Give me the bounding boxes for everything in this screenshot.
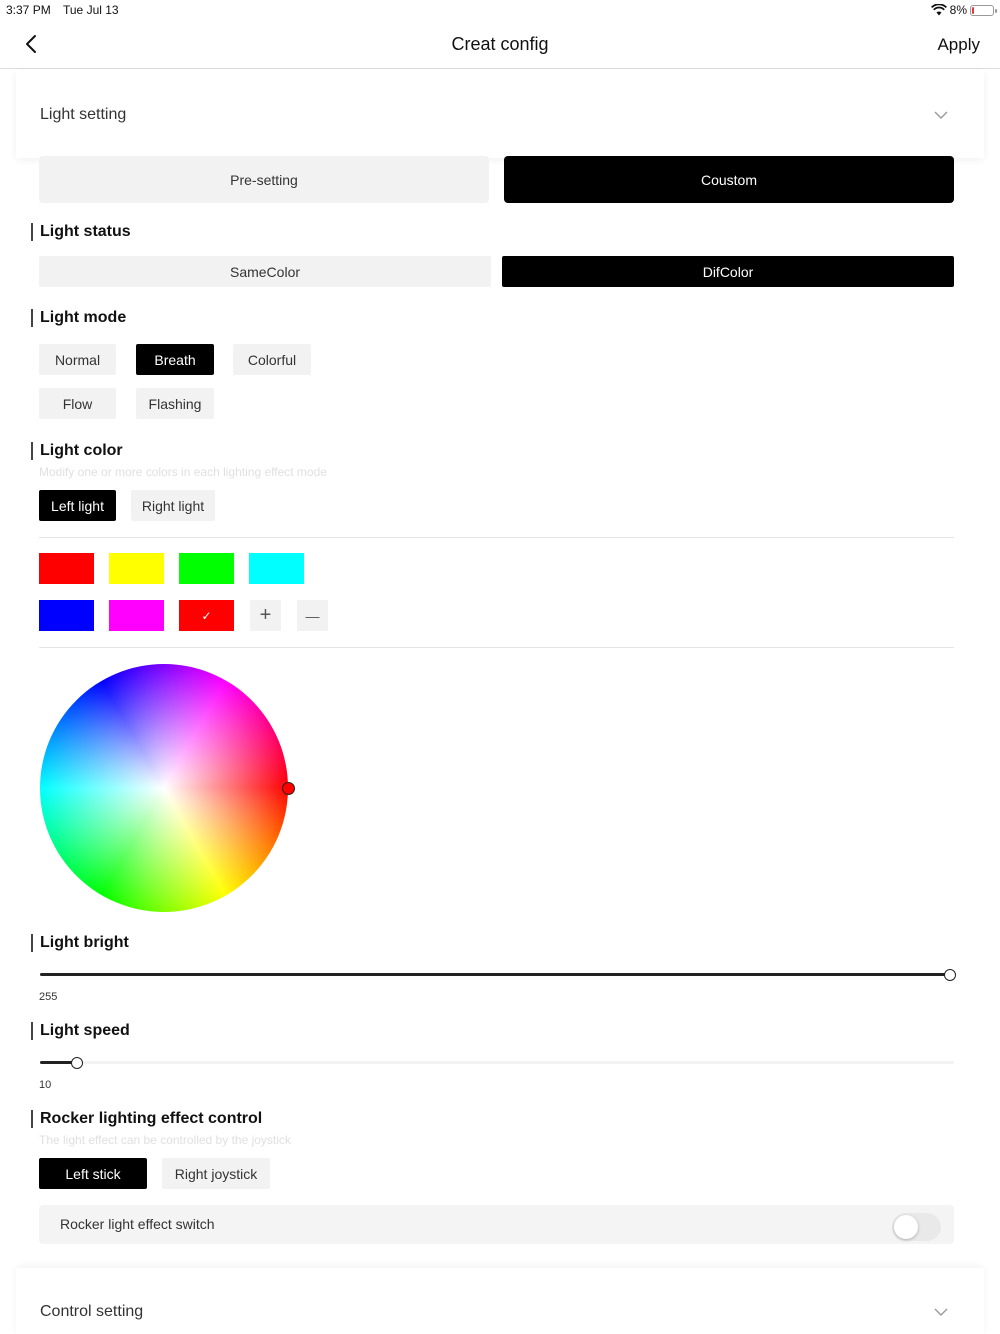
toggle-knob — [894, 1215, 918, 1239]
page-title: Creat config — [451, 34, 549, 54]
color-swatch-selected[interactable]: ✓ — [179, 600, 234, 631]
chevron-down-icon — [934, 1308, 948, 1316]
color-swatch[interactable] — [249, 553, 304, 584]
rocker-subtitle: The light effect can be controlled by th… — [39, 1133, 291, 1147]
mode-normal-button[interactable]: Normal — [39, 344, 116, 375]
bright-slider-track[interactable] — [40, 973, 950, 976]
check-icon: ✓ — [201, 608, 212, 623]
battery-icon — [970, 4, 997, 16]
add-color-button[interactable]: + — [250, 600, 281, 631]
custom-button[interactable]: Coustom — [504, 156, 954, 203]
pre-setting-button[interactable]: Pre-setting — [39, 156, 489, 203]
rocker-switch-row: Rocker light effect switch — [39, 1205, 954, 1244]
same-color-button[interactable]: SameColor — [39, 256, 491, 287]
nav-bar: Creat config Apply — [0, 22, 1000, 69]
light-color-label: Light color — [31, 442, 123, 460]
right-joystick-button[interactable]: Right joystick — [162, 1158, 270, 1189]
remove-color-button[interactable]: — — [297, 600, 328, 631]
status-right: 8% — [930, 3, 997, 17]
mode-flow-button[interactable]: Flow — [39, 388, 116, 419]
right-light-button[interactable]: Right light — [131, 490, 215, 521]
dif-color-button[interactable]: DifColor — [502, 256, 954, 287]
light-bright-label: Light bright — [31, 934, 129, 952]
status-time: 3:37 PM — [6, 3, 51, 17]
battery-percent: 8% — [949, 3, 967, 17]
light-color-subtitle: Modify one or more colors in each lighti… — [39, 465, 327, 479]
bright-value: 255 — [39, 991, 58, 1003]
bright-slider-thumb[interactable] — [944, 969, 956, 981]
chevron-down-icon — [934, 111, 948, 119]
light-mode-label: Light mode — [31, 309, 126, 327]
speed-value: 10 — [39, 1079, 52, 1091]
rocker-switch-label: Rocker light effect switch — [60, 1216, 215, 1232]
mode-colorful-button[interactable]: Colorful — [233, 344, 311, 375]
rocker-switch-toggle[interactable] — [892, 1213, 941, 1241]
left-light-button[interactable]: Left light — [39, 490, 116, 521]
color-swatch[interactable] — [109, 553, 164, 584]
control-setting-title: Control setting — [40, 1303, 144, 1320]
minus-icon: — — [305, 607, 320, 624]
light-setting-header[interactable]: Light setting — [16, 70, 984, 158]
color-swatch[interactable] — [39, 553, 94, 584]
color-swatch[interactable] — [39, 600, 94, 631]
divider — [39, 537, 954, 538]
color-wheel[interactable] — [40, 664, 288, 912]
color-swatch[interactable] — [179, 553, 234, 584]
speed-slider-track[interactable] — [40, 1061, 954, 1064]
mode-breath-button[interactable]: Breath — [136, 344, 214, 375]
bright-slider-fill — [40, 973, 950, 976]
status-bar: 3:37 PM Tue Jul 13 8% — [0, 0, 1000, 22]
light-status-label: Light status — [31, 223, 131, 241]
wifi-icon — [930, 4, 947, 16]
color-swatch[interactable] — [109, 600, 164, 631]
plus-icon: + — [259, 604, 272, 626]
left-stick-button[interactable]: Left stick — [39, 1158, 147, 1189]
light-speed-label: Light speed — [31, 1022, 130, 1040]
mode-flashing-button[interactable]: Flashing — [136, 388, 214, 419]
apply-button[interactable]: Apply — [937, 35, 980, 55]
status-date: Tue Jul 13 — [63, 3, 119, 17]
speed-slider-thumb[interactable] — [71, 1057, 83, 1069]
color-wheel-handle[interactable] — [282, 782, 295, 795]
control-setting-header[interactable]: Control setting — [16, 1268, 984, 1334]
light-setting-title: Light setting — [40, 106, 127, 123]
divider — [39, 647, 954, 648]
rocker-label: Rocker lighting effect control — [31, 1110, 262, 1128]
